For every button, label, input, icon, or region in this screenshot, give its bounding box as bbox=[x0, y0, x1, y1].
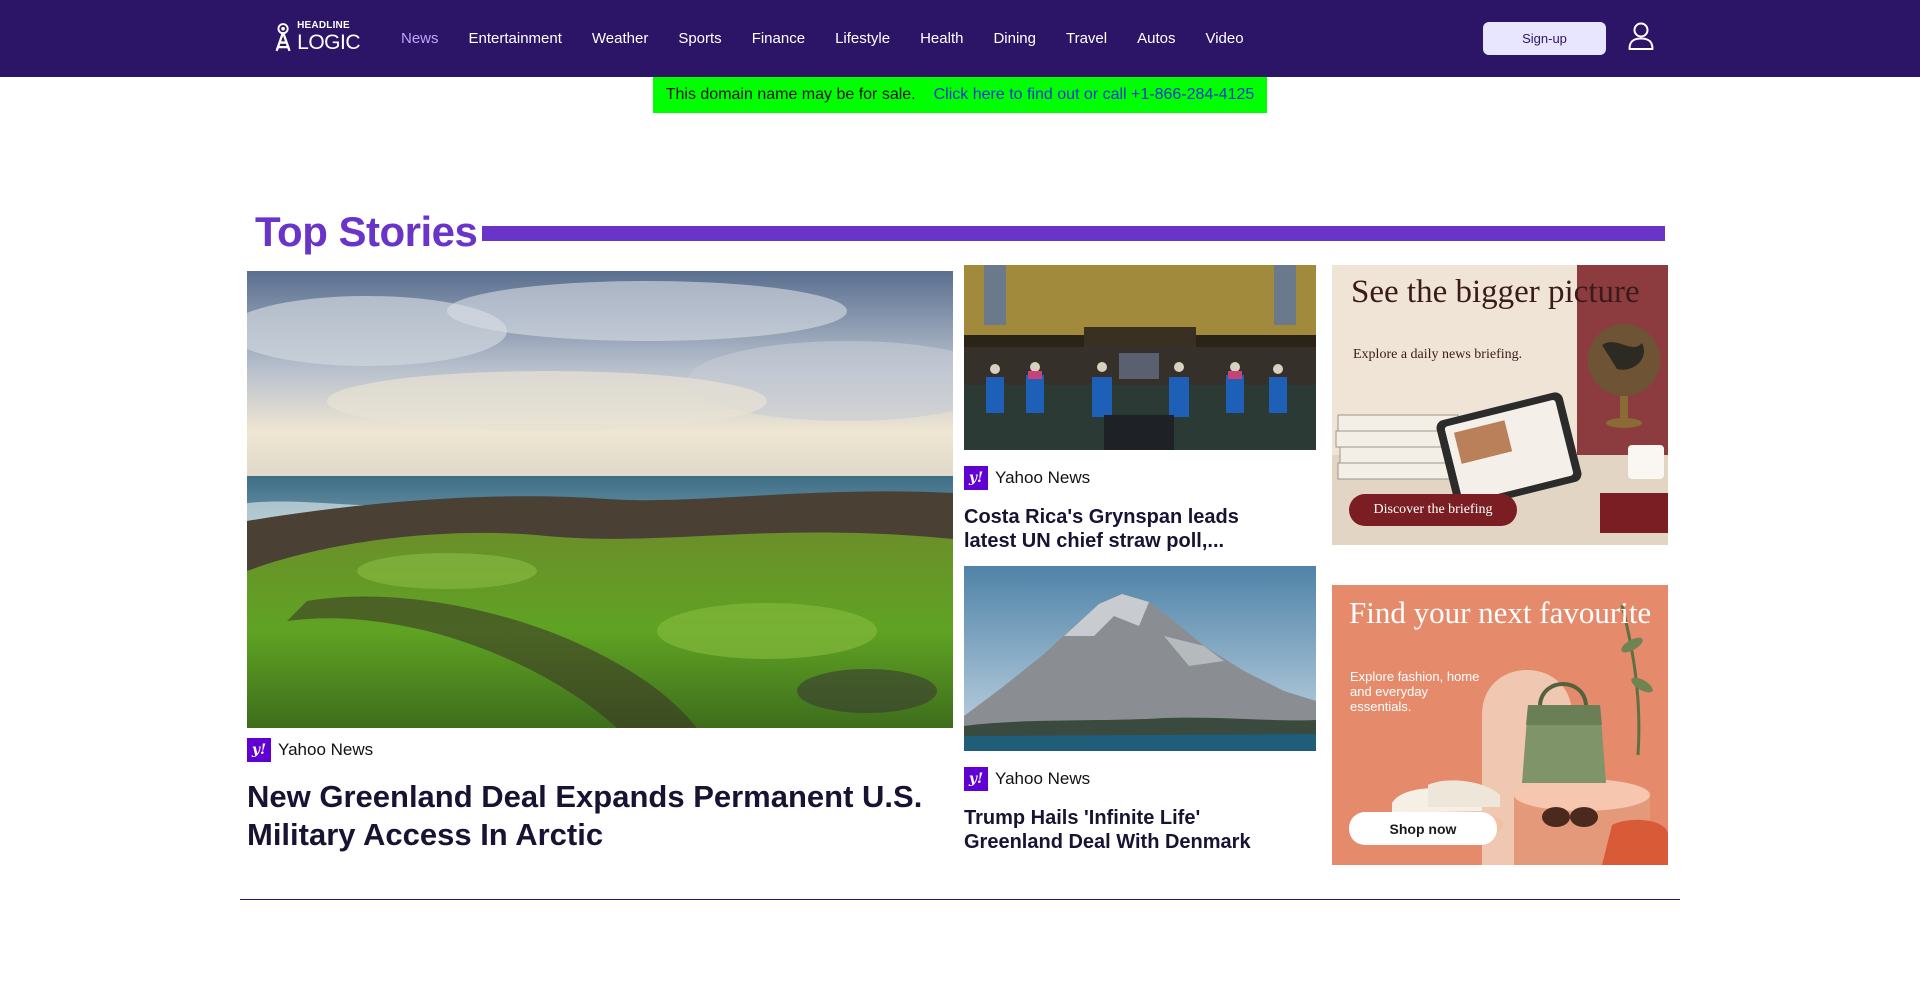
user-icon[interactable] bbox=[1628, 22, 1654, 50]
ad-1-subtitle: Explore a daily news briefing. bbox=[1353, 347, 1523, 362]
ad-1-cta-button[interactable]: Discover the briefing bbox=[1349, 494, 1517, 526]
logo-wordmark-bottom: LOGIC bbox=[297, 31, 360, 54]
domain-sale-banner: This domain name may be for sale. Click … bbox=[653, 77, 1267, 113]
yahoo-badge-icon: y! bbox=[964, 767, 988, 791]
domain-sale-link[interactable]: Click here to find out or call +1-866-28… bbox=[934, 86, 1255, 104]
section-title-rule bbox=[482, 226, 1665, 241]
main-nav: News Entertainment Weather Sports Financ… bbox=[401, 0, 1274, 77]
main-story-source[interactable]: y! Yahoo News bbox=[247, 738, 373, 762]
domain-sale-text: This domain name may be for sale. bbox=[665, 86, 916, 103]
ad-news-briefing[interactable]: See the bigger picture Explore a daily n… bbox=[1332, 265, 1668, 545]
section-title: Top Stories bbox=[255, 208, 478, 255]
nav-item-health[interactable]: Health bbox=[920, 30, 963, 47]
top-navigation-bar: HEADLINE LOGIC News Entertainment Weathe… bbox=[0, 0, 1920, 77]
nav-item-sports[interactable]: Sports bbox=[678, 30, 721, 47]
logo-wordmark-top: HEADLINE bbox=[297, 20, 350, 31]
yahoo-badge-icon: y! bbox=[964, 466, 988, 490]
nav-item-finance[interactable]: Finance bbox=[752, 30, 805, 47]
ad-2-title: Find your next favourite bbox=[1349, 595, 1652, 630]
site-logo[interactable]: HEADLINE LOGIC bbox=[272, 20, 360, 54]
nav-item-news[interactable]: News bbox=[401, 30, 439, 47]
side-story-1-image[interactable] bbox=[964, 265, 1316, 450]
ad-2-cta-button[interactable]: Shop now bbox=[1349, 812, 1497, 845]
yahoo-badge-icon: y! bbox=[247, 738, 271, 762]
side-story-2-image[interactable] bbox=[964, 566, 1316, 751]
nav-item-weather[interactable]: Weather bbox=[592, 30, 648, 47]
nav-item-lifestyle[interactable]: Lifestyle bbox=[835, 30, 890, 47]
source-name: Yahoo News bbox=[278, 740, 374, 759]
source-name: Yahoo News bbox=[995, 468, 1091, 487]
nav-item-entertainment[interactable]: Entertainment bbox=[469, 30, 562, 47]
tower-logo-icon bbox=[275, 23, 291, 52]
source-name: Yahoo News bbox=[995, 769, 1091, 788]
main-story-image[interactable] bbox=[247, 271, 953, 728]
side-story-2-headline[interactable]: Trump Hails 'Infinite Life' Greenland De… bbox=[964, 806, 1294, 854]
side-story-2-source[interactable]: y! Yahoo News bbox=[964, 767, 1090, 791]
nav-item-travel[interactable]: Travel bbox=[1066, 30, 1107, 47]
section-bottom-divider bbox=[240, 899, 1680, 900]
side-story-1-source[interactable]: y! Yahoo News bbox=[964, 466, 1090, 490]
ad-2-subtitle: Explore fashion, home and everyday essen… bbox=[1350, 669, 1480, 714]
signup-button[interactable]: Sign-up bbox=[1483, 22, 1606, 55]
side-story-1-headline[interactable]: Costa Rica's Grynspan leads latest UN ch… bbox=[964, 505, 1294, 553]
nav-item-video[interactable]: Video bbox=[1205, 30, 1243, 47]
ad-shopping[interactable]: Find your next favourite Explore fashion… bbox=[1332, 585, 1668, 865]
nav-item-dining[interactable]: Dining bbox=[993, 30, 1036, 47]
nav-item-autos[interactable]: Autos bbox=[1137, 30, 1175, 47]
ad-1-title: See the bigger picture bbox=[1351, 274, 1640, 310]
main-story-headline[interactable]: New Greenland Deal Expands Permanent U.S… bbox=[247, 778, 947, 854]
